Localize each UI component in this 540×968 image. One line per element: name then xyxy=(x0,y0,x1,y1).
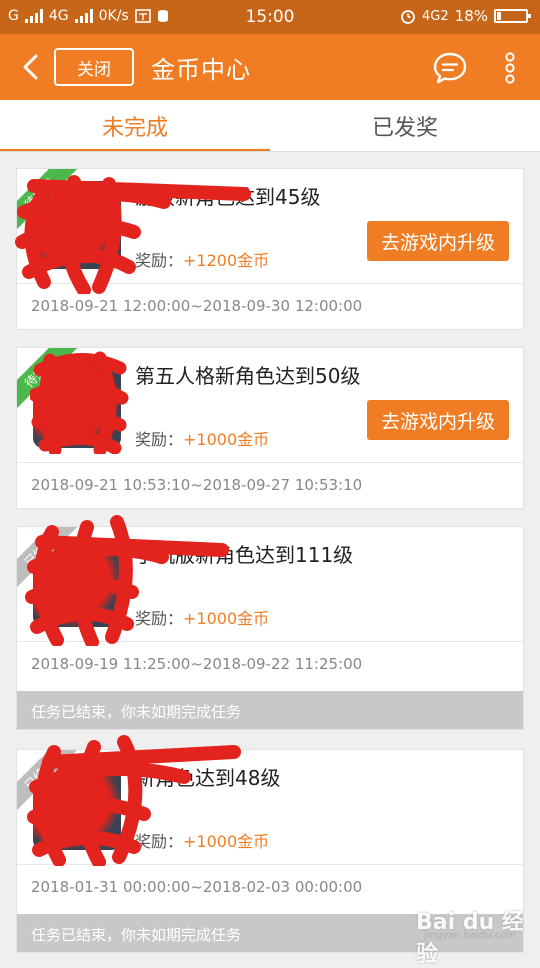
task-period: 2018-01-31 00:00:00~2018-02-03 00:00:00 xyxy=(31,878,363,896)
alarm-icon xyxy=(401,10,415,24)
tab-divider xyxy=(0,151,540,152)
more-options-icon[interactable] xyxy=(500,50,520,86)
reward-label: 奖励： xyxy=(135,609,184,628)
baidu-watermark: Bai du 经验 jingyan.baidu.com xyxy=(414,902,526,967)
watermark-url: jingyan.baidu.com xyxy=(424,930,517,941)
battery-percent: 18% xyxy=(454,7,488,25)
back-arrow-icon[interactable] xyxy=(16,48,46,86)
task-period: 2018-09-21 12:00:00~2018-09-30 12:00:00 xyxy=(31,297,363,315)
network-label-right: 4G2 xyxy=(422,8,449,24)
task-ended-note: 任务已结束，你未如期完成任务 xyxy=(17,691,523,729)
task-period: 2018-09-21 10:53:10~2018-09-27 10:53:10 xyxy=(31,476,363,494)
tab-rewarded[interactable]: 已发奖 xyxy=(270,100,540,152)
task-reward: 奖励：+1000金币 xyxy=(135,828,269,852)
task-name: 游版新角色达到45级 xyxy=(135,185,321,209)
card-divider xyxy=(17,462,523,463)
card-divider xyxy=(17,864,523,865)
page-title: 金币中心 xyxy=(151,56,251,84)
upgrade-in-game-button[interactable]: 去游戏内升级 xyxy=(367,400,509,440)
reward-amount: +1200金币 xyxy=(183,251,270,270)
message-icon[interactable] xyxy=(432,50,468,86)
reward-amount: +1000金币 xyxy=(183,609,270,628)
status-bar: G 4G 0K/s 15:00 4G2 18% xyxy=(0,0,540,34)
app-header: 关闭 金币中心 xyxy=(0,34,540,100)
reward-amount: +1000金币 xyxy=(183,832,270,851)
task-name: 新角色达到48级 xyxy=(135,766,281,790)
task-card: 待完成 游版新角色达到45级 奖励：+1200金币 去游戏内升级 2018-09… xyxy=(16,168,524,330)
reward-label: 奖励： xyxy=(135,251,184,270)
task-name: 手机版新角色达到111级 xyxy=(135,543,354,567)
reward-label: 奖励： xyxy=(135,832,184,851)
task-reward: 奖励：+1000金币 xyxy=(135,426,269,450)
close-button[interactable]: 关闭 xyxy=(54,48,134,86)
reward-amount: +1000金币 xyxy=(183,430,270,449)
task-name: 第五人格新角色达到50级 xyxy=(135,364,361,388)
task-card: 待完成 第五人格新角色达到50级 奖励：+1000金币 去游戏内升级 2018-… xyxy=(16,347,524,509)
task-reward: 奖励：+1200金币 xyxy=(135,247,269,271)
tab-bar: 未完成 已发奖 xyxy=(0,100,540,152)
task-card: 已结束 手机版新角色达到111级 奖励：+1000金币 2018-09-19 1… xyxy=(16,526,524,730)
card-divider xyxy=(17,283,523,284)
task-period: 2018-09-19 11:25:00~2018-09-22 11:25:00 xyxy=(31,655,363,673)
battery-icon xyxy=(494,9,531,23)
card-divider xyxy=(17,641,523,642)
tab-incomplete[interactable]: 未完成 xyxy=(0,100,270,152)
task-reward: 奖励：+1000金币 xyxy=(135,605,269,629)
upgrade-in-game-button[interactable]: 去游戏内升级 xyxy=(367,221,509,261)
reward-label: 奖励： xyxy=(135,430,184,449)
